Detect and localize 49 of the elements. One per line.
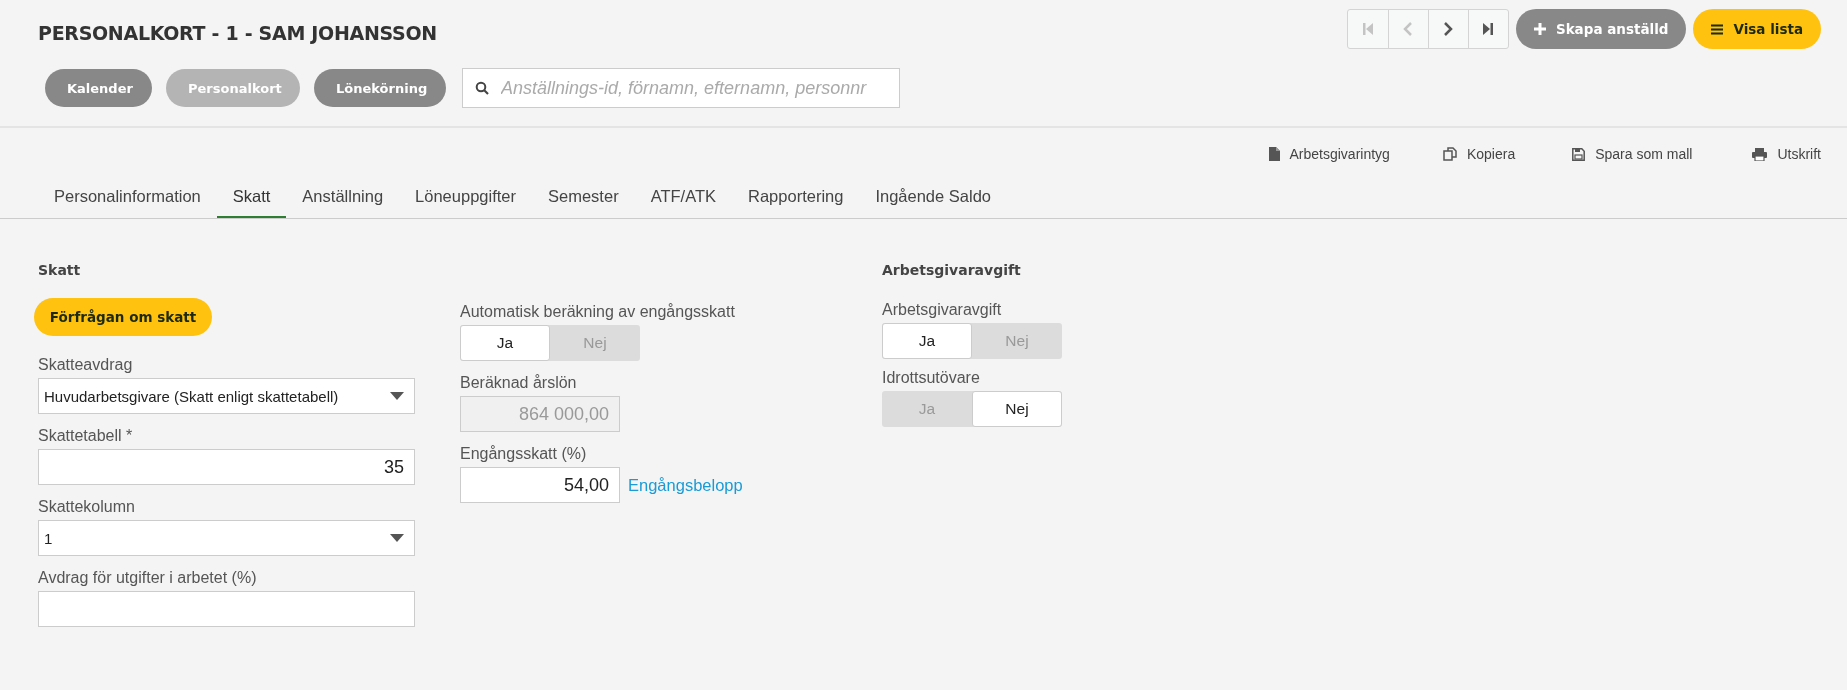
field-label: Arbetsgivaravgift — [882, 301, 1003, 319]
section-heading: Skatt — [38, 262, 82, 278]
menu-icon — [1711, 23, 1724, 35]
tab[interactable]: Rapportering — [732, 176, 860, 218]
chevron-right-icon — [1443, 22, 1454, 36]
input-field[interactable] — [38, 591, 415, 627]
field-label: Idrottsutövare — [882, 369, 981, 387]
tab[interactable]: Anställning — [286, 176, 400, 218]
field-label: Beräknad årslön — [460, 374, 578, 392]
action-link[interactable]: Arbetsgivarintyg — [1268, 146, 1390, 162]
search-icon — [475, 81, 489, 95]
tab[interactable]: Ingående Saldo — [859, 176, 1007, 218]
dropdown[interactable]: Huvudarbetsgivare (Skatt enligt skattetabell) — [38, 378, 415, 414]
caret-down-icon — [390, 534, 404, 542]
document-icon — [1268, 147, 1280, 161]
tab[interactable]: Semester — [532, 176, 635, 218]
show-list-button[interactable]: Visa lista — [1693, 9, 1821, 49]
create-employee-button[interactable]: Skapa anställd — [1515, 9, 1687, 49]
action-link[interactable]: Spara som mall — [1572, 146, 1693, 162]
tab[interactable]: Löneuppgifter — [399, 176, 532, 218]
chevron-left-icon — [1403, 22, 1414, 36]
field-label: Avdrag för utgifter i arbetet (%) — [38, 569, 258, 587]
tab[interactable]: Personalinformation — [38, 176, 217, 218]
section-heading: Arbetsgivaravgift — [882, 262, 1022, 278]
skip-end-icon — [1482, 22, 1495, 36]
input-field[interactable]: 54,00 — [460, 467, 620, 503]
tab[interactable]: ATF/ATK — [634, 176, 732, 218]
action-link[interactable]: Kopiera — [1442, 146, 1516, 162]
copy-icon — [1442, 147, 1457, 161]
field-label: Engångsskatt (%) — [460, 445, 588, 463]
toggle-option[interactable]: Nej — [972, 391, 1062, 427]
toggle-option[interactable]: Ja — [882, 323, 972, 359]
action-link[interactable]: Utskrift — [1752, 146, 1821, 162]
dropdown[interactable]: 1 — [38, 520, 415, 556]
skip-start-icon — [1361, 22, 1374, 36]
tax-request-button[interactable]: Förfrågan om skatt — [34, 298, 212, 336]
field-label: Skattetabell * — [38, 427, 134, 445]
view-button[interactable]: Kalender — [45, 69, 152, 107]
view-button[interactable]: Lönekörning — [314, 69, 446, 107]
tab[interactable]: Skatt — [216, 176, 287, 218]
field-label: Automatisk beräkning av engångsskatt — [460, 303, 736, 321]
plus-icon — [1533, 23, 1546, 35]
field-label: Skatteavdrag — [38, 356, 134, 374]
field-label: Skattekolumn — [38, 498, 136, 516]
caret-down-icon — [390, 392, 404, 400]
toggle-option[interactable]: Ja — [460, 325, 550, 361]
input-field[interactable]: 35 — [38, 449, 415, 485]
printer-icon — [1752, 147, 1768, 161]
page-title: PERSONALKORT - 1 - SAM JOHANSSON — [38, 22, 438, 44]
